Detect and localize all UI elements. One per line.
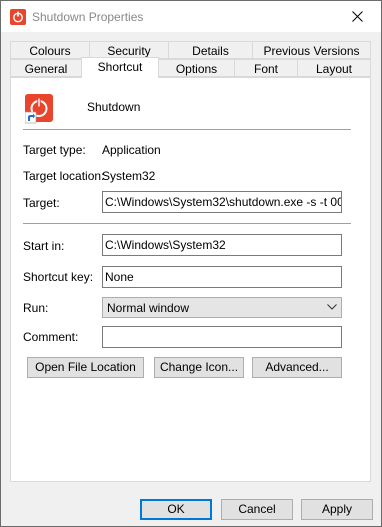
properties-dialog: Shutdown Properties Colours Security Det… — [0, 0, 382, 527]
close-icon — [352, 11, 363, 22]
apply-button[interactable]: Apply — [301, 499, 373, 520]
run-label: Run: — [23, 301, 49, 315]
window-title: Shutdown Properties — [32, 10, 144, 24]
separator — [23, 223, 351, 224]
tab-label: Options — [175, 62, 218, 76]
tab-shortcut[interactable]: Shortcut — [81, 57, 159, 78]
tab-label: Details — [192, 44, 229, 58]
tab-label: Layout — [315, 62, 353, 76]
ok-button[interactable]: OK — [140, 499, 212, 520]
start-in-field[interactable]: C:\Windows\System32 — [102, 234, 342, 256]
shortcut-name: Shutdown — [87, 100, 141, 114]
tab-colours[interactable]: Colours — [10, 41, 90, 59]
tab-label: Shortcut — [97, 60, 143, 74]
cancel-button[interactable]: Cancel — [221, 499, 293, 520]
tab-details[interactable]: Details — [168, 41, 253, 59]
run-select[interactable]: Normal window — [102, 297, 342, 318]
tab-label: Security — [107, 44, 151, 58]
target-type-label: Target type: — [23, 143, 86, 157]
target-location-label: Target location: — [23, 169, 105, 183]
tab-label: Previous Versions — [263, 44, 360, 58]
comment-field[interactable] — [102, 326, 342, 348]
tab-label: General — [24, 62, 68, 76]
target-field[interactable]: C:\Windows\System32\shutdown.exe -s -t 0… — [102, 191, 342, 213]
target-type-value: Application — [102, 143, 161, 157]
tab-label: Font — [253, 62, 278, 76]
separator — [23, 129, 351, 130]
shortcut-key-field[interactable]: None — [102, 266, 342, 288]
comment-label: Comment: — [23, 330, 79, 344]
shortcut-key-label: Shortcut key: — [23, 270, 94, 284]
tab-previous-versions[interactable]: Previous Versions — [252, 41, 371, 59]
chevron-down-icon — [327, 304, 337, 310]
open-file-location-button[interactable]: Open File Location — [27, 357, 144, 378]
app-title-icon — [10, 9, 26, 25]
close-button[interactable] — [335, 1, 381, 32]
tab-label: Colours — [29, 44, 71, 58]
tab-options[interactable]: Options — [158, 59, 235, 77]
change-icon-button[interactable]: Change Icon... — [154, 357, 244, 378]
start-in-label: Start in: — [23, 239, 65, 253]
title-bar[interactable]: Shutdown Properties — [1, 1, 381, 32]
shutdown-icon — [25, 94, 53, 124]
tab-font[interactable]: Font — [234, 59, 298, 77]
run-selected-value: Normal window — [107, 301, 190, 315]
shortcut-panel: Shutdown Target type: Application Target… — [10, 77, 371, 482]
advanced-button[interactable]: Advanced... — [252, 357, 342, 378]
target-label: Target: — [23, 196, 60, 210]
tab-general[interactable]: General — [10, 59, 82, 77]
tab-layout[interactable]: Layout — [297, 59, 371, 77]
target-location-value: System32 — [102, 169, 156, 183]
